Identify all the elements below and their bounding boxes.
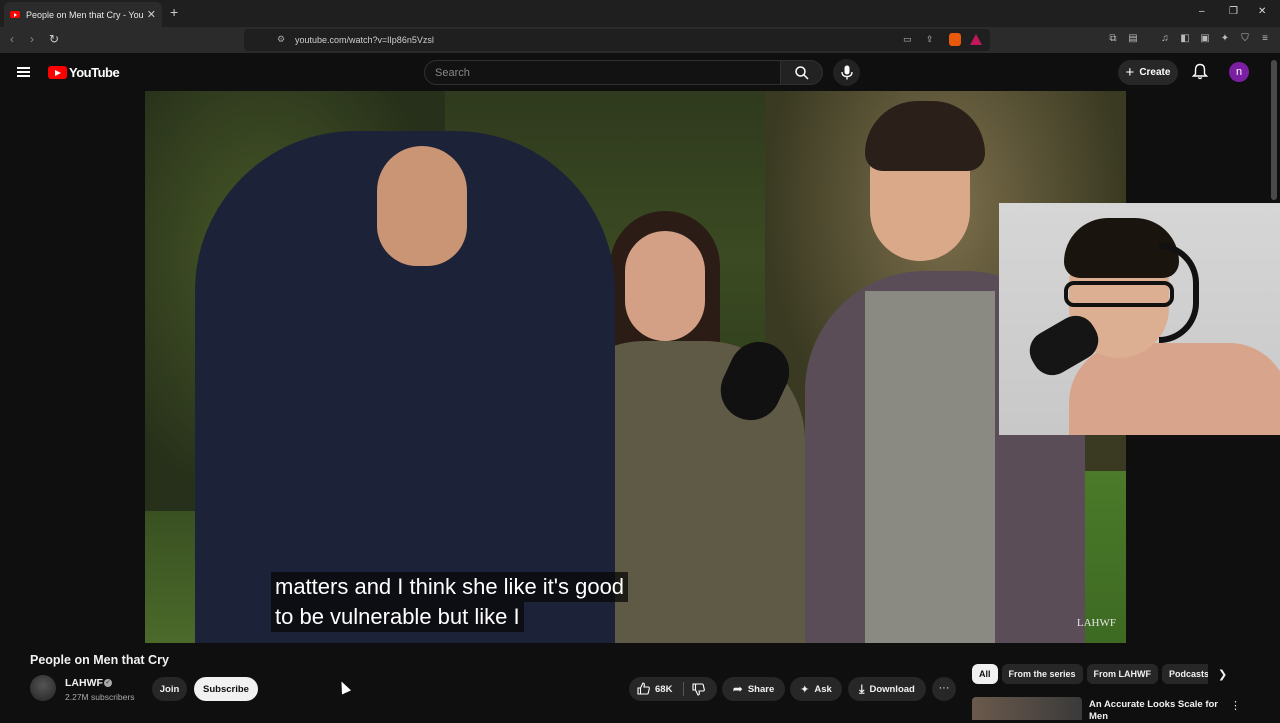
restore-button[interactable]: ❐ [1229, 6, 1238, 17]
new-tab-button[interactable]: + [170, 4, 178, 20]
site-info-icon[interactable]: ⚙ [277, 34, 285, 45]
closed-captions: matters and I think she like it's good t… [271, 572, 629, 632]
video-player[interactable]: matters and I think she like it's good t… [145, 91, 1126, 643]
ask-button[interactable]: ✦ Ask [790, 677, 842, 701]
logo-text: YouTube [69, 65, 120, 80]
chip-from-lahwf[interactable]: From LAHWF [1086, 664, 1159, 684]
search-icon [795, 66, 809, 80]
tab-close-icon[interactable]: ✕ [147, 8, 156, 21]
back-icon[interactable]: ‹ [10, 32, 14, 46]
caption-line-2: to be vulnerable but like I [271, 602, 524, 632]
recommended-video-thumbnail[interactable] [972, 697, 1082, 720]
thumbs-down-icon[interactable] [692, 683, 705, 696]
reload-icon[interactable]: ↻ [49, 32, 59, 46]
voice-search-button[interactable] [833, 59, 860, 86]
wallet-icon[interactable]: ▤ [1127, 33, 1139, 45]
minimize-button[interactable]: – [1199, 6, 1205, 17]
webcam-headphones [1159, 243, 1199, 343]
verified-badge-icon: ✓ [104, 679, 112, 687]
share-button[interactable]: ➦ Share [722, 677, 785, 701]
menu-icon[interactable]: ≡ [1259, 33, 1271, 45]
forward-icon[interactable]: › [30, 32, 34, 46]
brave-shields-icon[interactable] [949, 33, 961, 46]
url-text: youtube.com/watch?v=lIp86n5Vzsl [295, 35, 434, 45]
youtube-favicon-icon [10, 11, 20, 18]
microphone-icon [841, 65, 853, 80]
wallet2-icon[interactable]: ▣ [1199, 33, 1211, 45]
sparkle-icon: ✦ [800, 683, 810, 696]
ask-label: Ask [814, 683, 832, 695]
webcam-person-body [1069, 343, 1280, 435]
extensions-icon[interactable]: ⧉ [1107, 33, 1119, 45]
like-dislike-group: 68K [629, 677, 717, 701]
cast-icon[interactable]: ▭ [903, 34, 912, 45]
like-count[interactable]: 68K [655, 684, 672, 695]
share-page-icon[interactable]: ⇪ [926, 34, 934, 45]
account-avatar[interactable]: n [1229, 62, 1249, 82]
browser-tab[interactable]: People on Men that Cry - YouTube ✕ [4, 2, 162, 27]
tab-title: People on Men that Cry - YouTube [26, 9, 143, 20]
plus-icon: + [1125, 63, 1135, 81]
brave-rewards-icon[interactable] [970, 34, 982, 45]
like-divider [683, 682, 684, 696]
subscriber-count: 2.27M subscribers [65, 692, 135, 702]
sidebar-icon[interactable]: ◧ [1179, 33, 1191, 45]
youtube-masthead: YouTube Search + Create n [0, 53, 1280, 91]
video-person-interviewer-face [377, 146, 467, 266]
youtube-play-icon [48, 66, 67, 79]
search-placeholder: Search [435, 67, 470, 79]
recommendation-chips: All From the series From LAHWF Podcasts [972, 664, 1208, 684]
video-person-woman-face [625, 231, 705, 341]
download-icon: ⤓ [859, 681, 865, 696]
media-icon[interactable]: ♫ [1159, 33, 1171, 45]
video-title: People on Men that Cry [30, 653, 169, 667]
webcam-glasses [1064, 281, 1174, 307]
chip-all[interactable]: All [972, 664, 998, 684]
share-label: Share [747, 683, 775, 695]
create-button[interactable]: + Create [1118, 60, 1178, 85]
guide-menu-icon[interactable] [17, 67, 30, 77]
recommended-video-title[interactable]: An Accurate Looks Scale for Men [1089, 699, 1219, 723]
notifications-bell-icon[interactable] [1192, 63, 1208, 80]
channel-name[interactable]: LAHWF [65, 677, 103, 689]
more-actions-button[interactable]: ··· [932, 677, 956, 701]
address-bar[interactable]: ⚙ youtube.com/watch?v=lIp86n5Vzsl ▭ ⇪ [244, 29, 990, 51]
more-vertical-icon[interactable]: ⋮ [1230, 699, 1241, 712]
download-label: Download [869, 683, 915, 695]
page-scrollbar[interactable] [1271, 60, 1277, 200]
youtube-logo[interactable]: YouTube [48, 65, 120, 80]
channel-watermark: LAHWF [1076, 617, 1116, 629]
caption-line-1: matters and I think she like it's good [271, 572, 629, 602]
video-person-man-shirt [865, 291, 995, 643]
reactor-webcam-overlay [999, 203, 1280, 435]
thumbs-up-icon[interactable] [637, 682, 650, 695]
leo-ai-icon[interactable]: ✦ [1219, 33, 1231, 45]
chip-podcasts[interactable]: Podcasts [1162, 664, 1208, 684]
chevron-right-icon[interactable]: ❯ [1218, 668, 1227, 681]
create-label: Create [1139, 67, 1171, 78]
browser-toolbar: ‹ › ↻ 🔖︎ ⚙ youtube.com/watch?v=lIp86n5Vz… [0, 27, 1280, 53]
channel-avatar[interactable] [30, 675, 56, 701]
mouse-cursor-icon [336, 679, 352, 695]
subscribe-button[interactable]: Subscribe [194, 677, 258, 701]
browser-tabstrip: People on Men that Cry - YouTube ✕ + – ❐… [0, 0, 1280, 27]
search-button[interactable] [781, 60, 823, 85]
vpn-icon[interactable]: ⛉ [1239, 33, 1251, 45]
share-icon: ➦ [732, 682, 743, 696]
download-button[interactable]: ⤓ Download [848, 677, 926, 701]
close-window-button[interactable]: ✕ [1258, 6, 1266, 17]
join-button[interactable]: Join [152, 677, 187, 701]
chip-from-the-series[interactable]: From the series [1001, 664, 1083, 684]
search-input[interactable]: Search [424, 60, 781, 85]
